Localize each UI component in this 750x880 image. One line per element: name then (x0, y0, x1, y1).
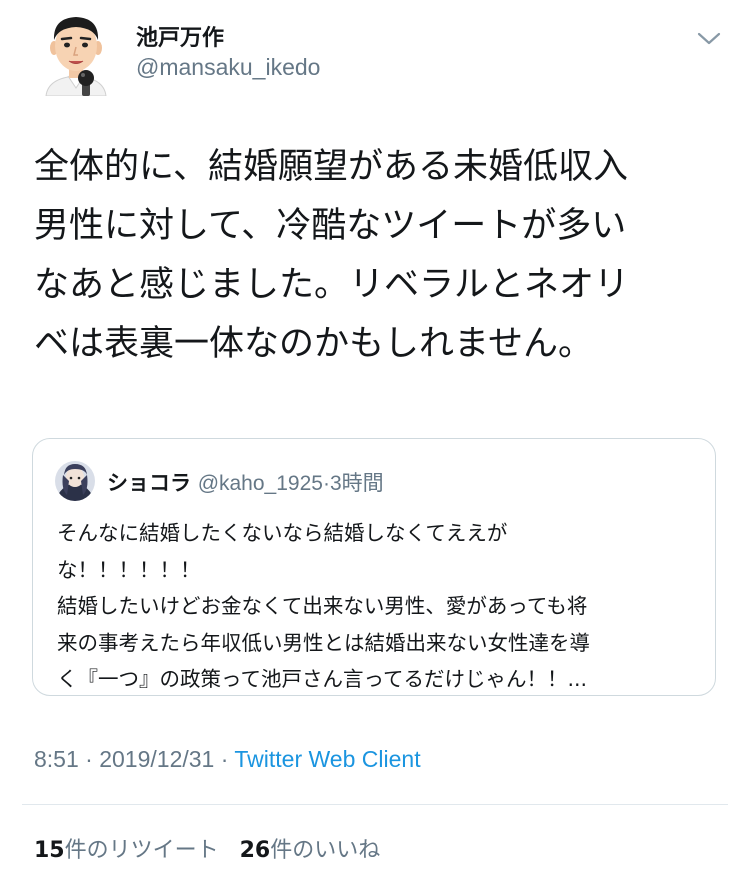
quote-header: ショコラ @kaho_1925·3時間 (107, 467, 384, 497)
quote-handle[interactable]: @kaho_1925 (198, 472, 323, 495)
tweet-stats: 15件のリツイート 26件のいいね (34, 832, 380, 864)
quote-avatar (55, 461, 95, 501)
author-display-name[interactable]: 池戸万作 (136, 20, 224, 52)
retweets-stat[interactable]: 15件のリツイート (34, 838, 219, 863)
chevron-down-icon[interactable] (694, 26, 724, 50)
retweets-label: 件のリツイート (64, 838, 219, 863)
meta-separator: · (85, 746, 93, 772)
client-link[interactable]: Twitter Web Client (234, 746, 420, 772)
quoted-tweet-card[interactable]: ショコラ @kaho_1925·3時間 そんなに結婚したくないなら結婚しなくてえ… (32, 438, 716, 696)
quote-display-name[interactable]: ショコラ (107, 471, 191, 495)
tweet-date[interactable]: 2019/12/31 (99, 746, 214, 772)
avatar[interactable] (38, 12, 114, 97)
tweet-text: 全体的に、結婚願望がある未婚低収入 男性に対して、冷酷なツイートが多い なあと感… (34, 147, 630, 364)
quote-text: そんなに結婚したくないなら結婚しなくてええが な！！！！！！ 結婚したいけどお金… (57, 521, 590, 691)
avatar-image (45, 17, 107, 97)
author-handle[interactable]: @mansaku_ikedo (136, 54, 320, 81)
likes-stat[interactable]: 26件のいいね (240, 838, 381, 863)
divider (22, 804, 728, 805)
quote-separator: · (322, 472, 330, 495)
tweet-time[interactable]: 8:51 (34, 746, 79, 772)
likes-label: 件のいいね (270, 838, 381, 863)
likes-count: 26 (239, 838, 271, 863)
retweets-count: 15 (34, 838, 65, 863)
meta-separator: · (220, 746, 229, 772)
quote-time: 3時間 (329, 472, 384, 495)
tweet-meta: 8:51 · 2019/12/31 · Twitter Web Client (34, 746, 421, 773)
